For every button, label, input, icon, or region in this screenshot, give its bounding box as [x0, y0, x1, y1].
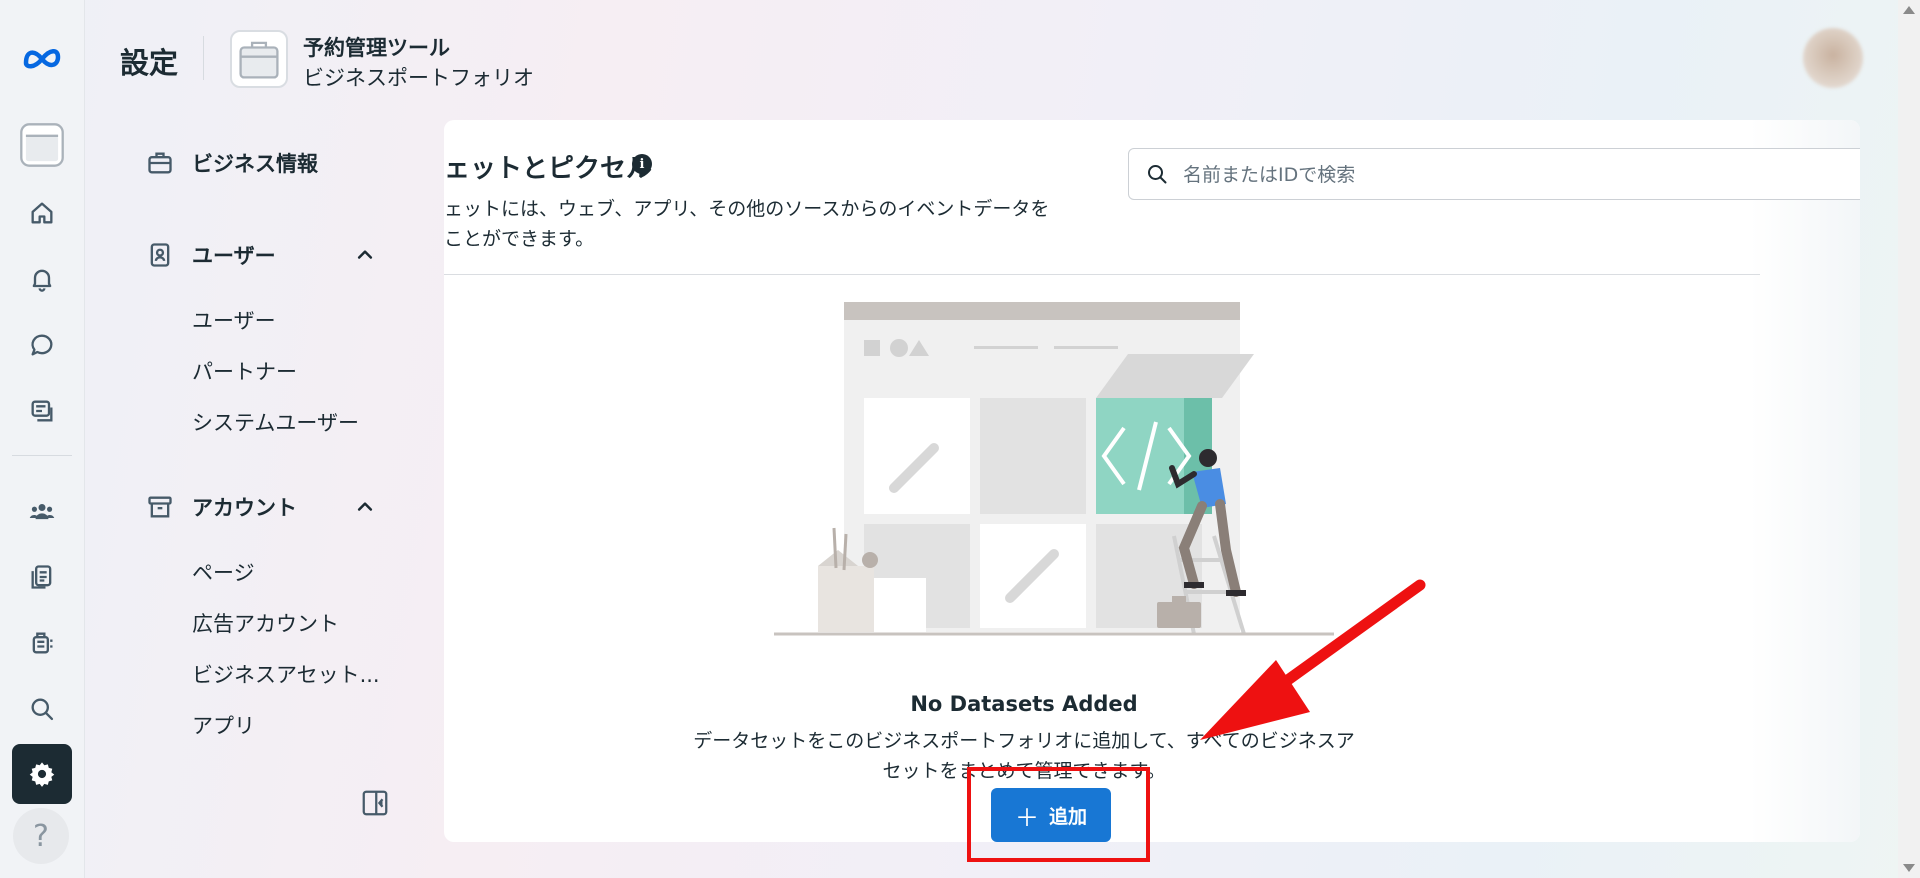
empty-state-illustration	[774, 302, 1334, 636]
business-portfolio-icon[interactable]	[19, 122, 65, 168]
sidebar-item-business-info[interactable]: ビジネス情報	[146, 148, 318, 178]
left-rail: ?	[0, 0, 85, 878]
description-line: ェットには、ウェブ、アプリ、その他のソースからのイベントデータを	[444, 198, 1050, 220]
avatar[interactable]	[1803, 28, 1863, 88]
section-title: ェットとピクセル	[444, 154, 653, 184]
scrollbar[interactable]	[1898, 0, 1920, 878]
business-subtitle: ビジネスポートフォリオ	[303, 66, 534, 90]
sidebar-item-system-users[interactable]: システムユーザー	[192, 407, 359, 437]
pages-icon[interactable]	[19, 554, 65, 600]
sidebar-item-pages[interactable]: ページ	[192, 557, 255, 587]
help-label: ?	[33, 818, 49, 854]
sidebar-section-users[interactable]: ユーザー	[146, 240, 276, 270]
user-badge-icon	[146, 241, 174, 269]
chat-icon[interactable]	[19, 322, 65, 368]
rail-divider	[12, 455, 72, 456]
search-field[interactable]	[1128, 148, 1860, 200]
home-icon[interactable]	[19, 190, 65, 236]
business-name[interactable]: 予約管理ツール	[303, 32, 450, 62]
empty-desc-line: データセットをこのビジネスポートフォリオに追加して、すべてのビジネスア	[693, 730, 1355, 752]
header-divider	[203, 36, 204, 80]
sidebar-item-users[interactable]: ユーザー	[192, 305, 276, 335]
ads-icon[interactable]	[19, 620, 65, 666]
meta-logo-icon[interactable]	[19, 34, 65, 80]
settings-icon[interactable]	[12, 744, 72, 804]
people-icon[interactable]	[19, 488, 65, 534]
archive-icon	[146, 493, 174, 521]
empty-state-title: No Datasets Added	[910, 692, 1138, 716]
bell-icon[interactable]	[19, 256, 65, 302]
sidebar-item-label: ビジネス情報	[192, 152, 318, 176]
collapse-sidebar-icon[interactable]	[360, 788, 390, 818]
help-icon[interactable]: ?	[13, 808, 69, 864]
briefcase-icon[interactable]	[230, 30, 288, 88]
description-line: ことができます。	[444, 228, 595, 250]
sidebar-section-accounts[interactable]: アカウント	[146, 492, 297, 522]
inbox-icon[interactable]	[19, 388, 65, 434]
scroll-down-icon[interactable]	[1903, 864, 1915, 872]
sidebar-item-business-assets[interactable]: ビジネスアセット...	[192, 659, 380, 689]
section-description: ェットには、ウェブ、アプリ、その他のソースからのイベントデータを ことができます…	[444, 194, 1124, 254]
sidebar-section-label: ユーザー	[192, 244, 276, 268]
sidebar-item-ad-accounts[interactable]: 広告アカウント	[192, 608, 339, 638]
page-title: 設定	[120, 46, 179, 80]
info-icon[interactable]: i	[632, 154, 652, 174]
highlight-box	[967, 767, 1150, 862]
chevron-up-icon[interactable]	[355, 245, 375, 265]
sidebar-section-label: アカウント	[192, 496, 297, 520]
card-edge-fade	[1750, 120, 1860, 842]
chevron-up-icon[interactable]	[355, 497, 375, 517]
sidebar-item-partners[interactable]: パートナー	[192, 356, 297, 386]
search-icon[interactable]	[19, 686, 65, 732]
search-icon	[1145, 162, 1169, 186]
scroll-up-icon[interactable]	[1903, 6, 1915, 14]
card-divider	[444, 274, 1760, 275]
datasets-card: ェットとピクセル i ェットには、ウェブ、アプリ、その他のソースからのイベントデ…	[444, 120, 1860, 842]
briefcase-icon	[146, 149, 174, 177]
search-input[interactable]	[1181, 159, 1825, 191]
sidebar-item-apps[interactable]: アプリ	[192, 710, 255, 740]
